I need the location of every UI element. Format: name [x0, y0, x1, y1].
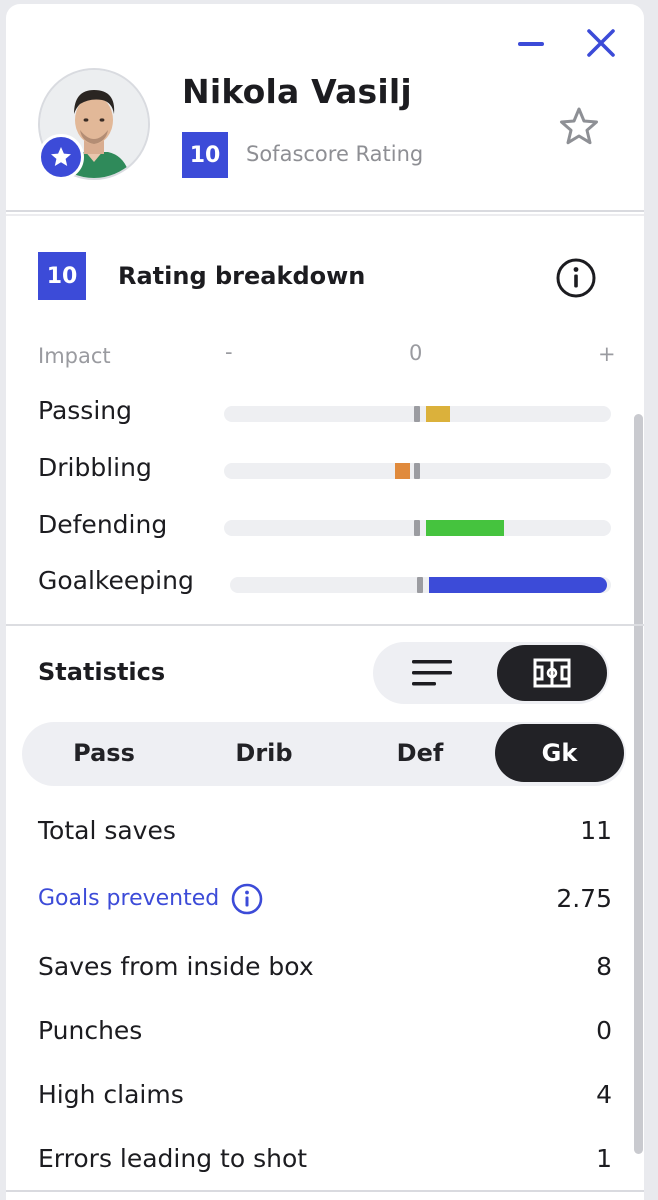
stat-value-high-claims: 4 — [596, 1080, 612, 1109]
player-rating-panel: Nikola Vasilj 10 Sofascore Rating 10 Rat… — [6, 4, 644, 1200]
scale-zero: 0 — [409, 341, 423, 365]
scale-minus: - — [225, 340, 233, 364]
impact-zero-mark — [414, 406, 420, 422]
stat-value-goals-prevented: 2.75 — [556, 884, 612, 913]
stat-label-high-claims: High claims — [38, 1080, 184, 1109]
info-icon[interactable] — [554, 256, 598, 304]
tab-drib[interactable]: Drib — [190, 724, 338, 782]
breakdown-title: Rating breakdown — [118, 262, 366, 290]
category-label-dribbling: Dribbling — [38, 453, 152, 482]
stat-label-total-saves: Total saves — [38, 816, 176, 845]
impact-bar-defending — [426, 520, 504, 536]
stat-label-saves-inside-box: Saves from inside box — [38, 952, 314, 981]
stat-value-errors-leading-to-shot: 1 — [596, 1144, 612, 1173]
category-label-passing: Passing — [38, 396, 132, 425]
impact-bar-goalkeeping — [429, 577, 608, 593]
category-label-goalkeeping: Goalkeeping — [38, 566, 194, 595]
stat-label-goals-prevented[interactable]: Goals prevented — [38, 886, 219, 911]
rating-label: Sofascore Rating — [246, 142, 424, 166]
stat-label-punches: Punches — [38, 1016, 143, 1045]
stat-label-errors-leading-to-shot: Errors leading to shot — [38, 1144, 308, 1173]
breakdown-rating-badge: 10 — [38, 252, 86, 300]
impact-bar-dribbling — [395, 463, 410, 479]
category-label-defending: Defending — [38, 510, 168, 539]
minimize-icon[interactable] — [516, 26, 546, 56]
stat-value-total-saves: 11 — [580, 816, 612, 845]
impact-zero-mark — [417, 577, 423, 593]
stat-value-punches: 0 — [596, 1016, 612, 1045]
star-outline-icon[interactable] — [556, 104, 602, 150]
stat-value-saves-inside-box: 8 — [596, 952, 612, 981]
impact-zero-mark — [414, 520, 420, 536]
divider — [6, 214, 644, 216]
impact-zero-mark — [414, 463, 420, 479]
stat-category-tabs: Pass Drib Def Gk — [22, 722, 626, 786]
statistics-title: Statistics — [38, 658, 166, 686]
player-name: Nikola Vasilj — [182, 72, 412, 111]
divider — [6, 1190, 644, 1192]
tab-pass[interactable]: Pass — [30, 724, 178, 782]
scrollbar-thumb[interactable] — [634, 414, 643, 1154]
star-badge-icon — [38, 134, 84, 180]
close-icon[interactable] — [586, 26, 616, 60]
scale-plus: + — [598, 342, 616, 366]
divider — [6, 210, 644, 212]
tab-gk[interactable]: Gk — [495, 724, 624, 782]
list-lines-icon[interactable] — [404, 654, 460, 694]
tab-def[interactable]: Def — [346, 724, 494, 782]
impact-bar-passing — [426, 406, 451, 422]
impact-label: Impact — [38, 344, 111, 368]
pitch-icon — [533, 658, 571, 688]
pitch-view-button[interactable] — [497, 645, 607, 701]
rating-badge: 10 — [182, 132, 228, 178]
goals-prevented-info-icon[interactable] — [230, 882, 264, 920]
divider — [6, 624, 644, 626]
